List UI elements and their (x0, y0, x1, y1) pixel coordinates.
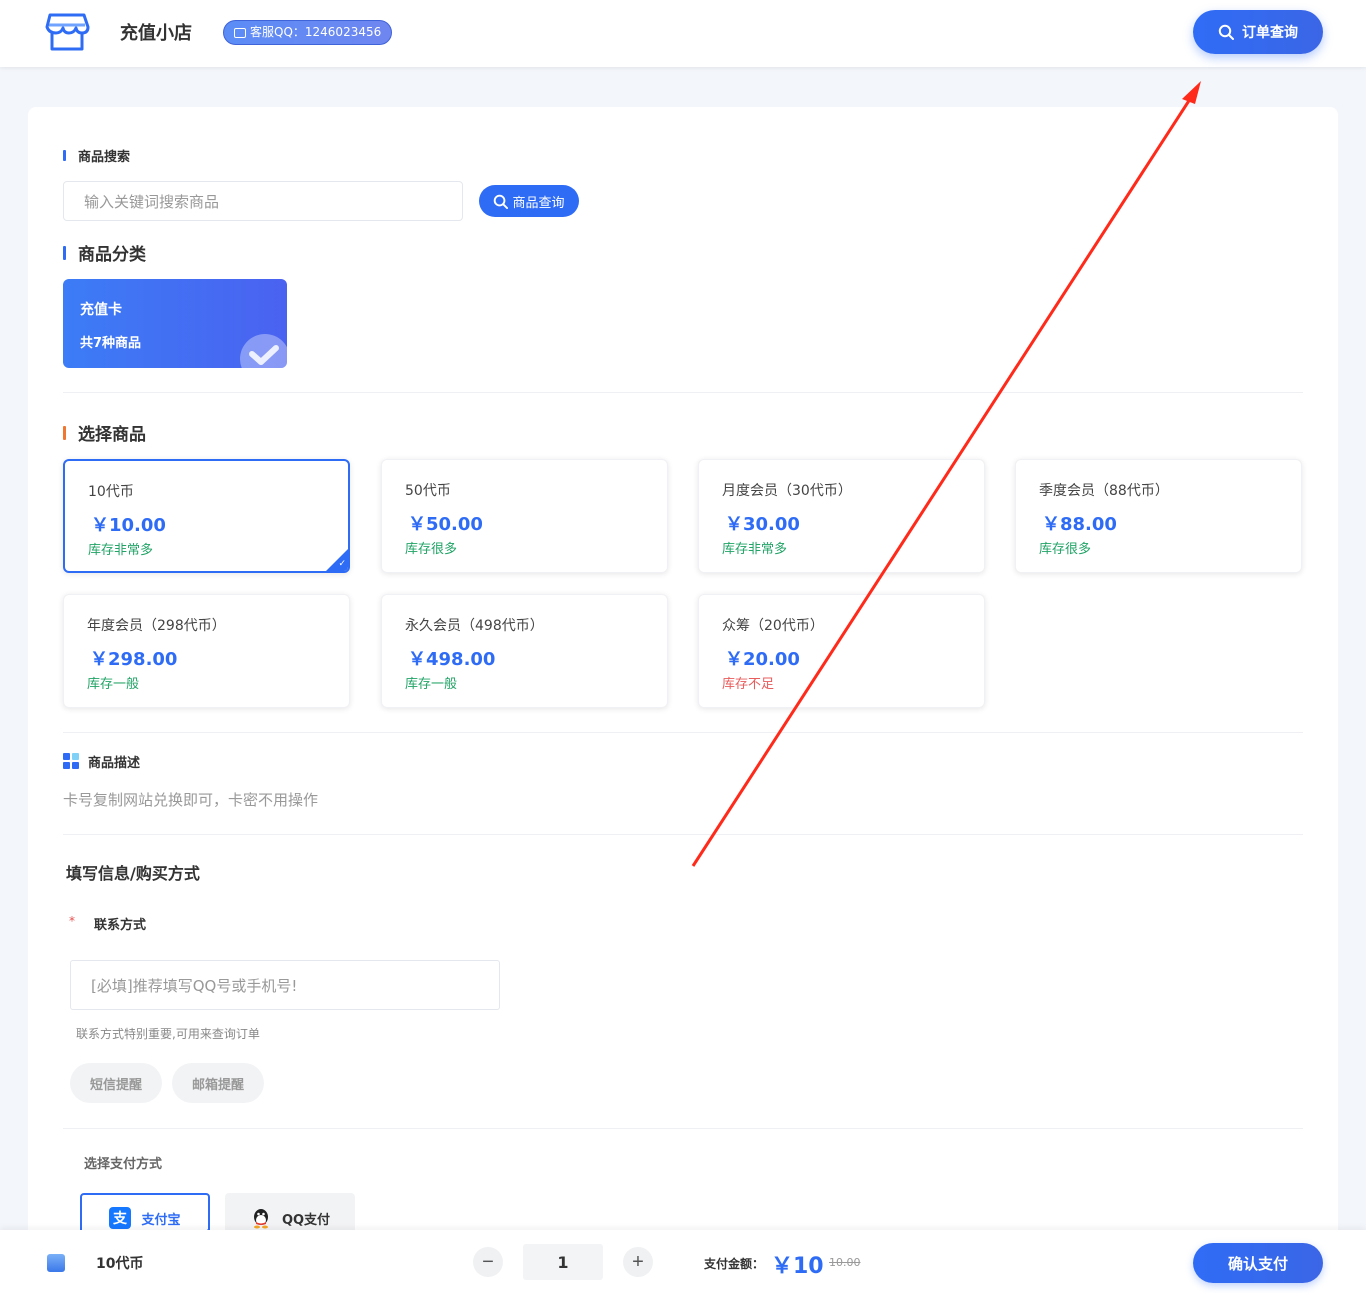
product-name: 月度会员（30代币） (722, 483, 852, 499)
product-stock: 库存一般 (87, 677, 140, 692)
product-card[interactable]: 年度会员（298代币） ￥298.00 库存一般 (63, 594, 350, 708)
product-card[interactable]: 永久会员（498代币） ￥498.00 库存一般 (381, 594, 668, 708)
quantity-plus-button[interactable]: + (623, 1247, 653, 1277)
payment-section-title: 选择支付方式 (84, 1157, 163, 1172)
qq-penguin-icon (253, 1209, 268, 1229)
product-card[interactable]: 季度会员（88代币） ￥88.00 库存很多 (1015, 459, 1302, 573)
product-stock: 库存很多 (1039, 542, 1092, 557)
contact-hint: 联系方式特别重要,可用来查询订单 (76, 1027, 260, 1041)
selected-product-name: 10代币 (96, 1256, 144, 1272)
section-marker (63, 245, 66, 260)
divider (63, 732, 1303, 733)
product-search-button[interactable]: 商品查询 (479, 185, 579, 217)
check-icon: ✓ (338, 559, 346, 569)
required-mark: * (69, 914, 75, 928)
category-section-title: 商品分类 (63, 240, 146, 265)
search-icon (494, 194, 509, 209)
grid-icon (63, 753, 79, 769)
contact-label: 联系方式 (94, 918, 147, 933)
confirm-pay-button[interactable]: 确认支付 (1193, 1243, 1323, 1283)
divider (63, 834, 1303, 835)
description-text: 卡号复制网站兑换即可，卡密不用操作 (63, 791, 319, 809)
shopping-bag-icon (47, 1254, 65, 1272)
product-name: 年度会员（298代币） (87, 618, 226, 634)
product-card[interactable]: 月度会员（30代币） ￥30.00 库存非常多 (698, 459, 985, 573)
pay-amount-label: 支付金额： (704, 1257, 765, 1271)
category-count: 共7种商品 (80, 336, 142, 351)
product-search-input[interactable]: 输入关键词搜索商品 (63, 181, 463, 221)
product-stock: 库存非常多 (722, 542, 788, 557)
product-section-title: 选择商品 (63, 420, 146, 445)
minus-icon: − (482, 1250, 494, 1273)
svg-text:支: 支 (112, 1210, 128, 1227)
section-marker (63, 150, 66, 161)
category-name: 充值卡 (80, 302, 122, 318)
plus-icon: + (632, 1250, 644, 1273)
original-price: 10.00 (829, 1256, 861, 1269)
search-icon (1218, 24, 1234, 40)
top-bar: 充值小店 客服QQ：1246023456 订单查询 (0, 0, 1366, 67)
product-price: ￥20.00 (725, 649, 800, 670)
product-price: ￥30.00 (725, 514, 800, 535)
pay-amount: ￥10 (771, 1254, 824, 1279)
search-section-title: 商品搜索 (63, 146, 130, 165)
email-reminder-button[interactable]: 邮箱提醒 (172, 1063, 264, 1103)
contact-input[interactable]: [必填]推荐填写QQ号或手机号! (70, 960, 500, 1010)
arrow-head (1182, 81, 1201, 104)
order-query-button[interactable]: 订单查询 (1193, 10, 1323, 54)
quantity-minus-button[interactable]: − (473, 1247, 503, 1277)
divider (63, 392, 1303, 393)
product-stock: 库存非常多 (88, 543, 154, 558)
category-card-recharge[interactable]: 充值卡 共7种商品 (63, 279, 287, 368)
product-name: 永久会员（498代币） (405, 618, 544, 634)
message-icon (234, 27, 246, 38)
shop-logo-icon (45, 13, 90, 51)
product-name: 季度会员（88代币） (1039, 483, 1169, 499)
quantity-input[interactable]: 1 (523, 1244, 603, 1280)
divider (63, 1128, 1303, 1129)
alipay-icon: 支 (109, 1207, 132, 1229)
bottom-bar: 10代币 − 1 + 支付金额： ￥10 10.00 确认支付 (0, 1230, 1366, 1293)
product-price: ￥50.00 (408, 514, 483, 535)
service-qq-badge[interactable]: 客服QQ：1246023456 (223, 20, 393, 45)
product-card[interactable]: 众筹（20代币） ￥20.00 库存不足 (698, 594, 985, 708)
product-card[interactable]: 10代币 ￥10.00 库存非常多 ✓ (63, 459, 350, 573)
product-name: 50代币 (405, 483, 451, 499)
shop-name: 充值小店 (120, 23, 192, 44)
product-price: ￥88.00 (1042, 514, 1117, 535)
product-name: 众筹（20代币） (722, 618, 824, 634)
check-icon (240, 334, 287, 368)
product-card[interactable]: 50代币 ￥50.00 库存很多 (381, 459, 668, 573)
product-stock: 库存不足 (722, 677, 775, 692)
product-name: 10代币 (88, 484, 134, 500)
form-title: 填写信息/购买方式 (66, 864, 200, 883)
product-stock: 库存一般 (405, 677, 458, 692)
product-price: ￥298.00 (90, 649, 178, 670)
order-query-label: 订单查询 (1242, 24, 1298, 40)
service-qq-text: 客服QQ：1246023456 (250, 25, 382, 39)
product-stock: 库存很多 (405, 542, 458, 557)
description-title: 商品描述 (88, 756, 141, 771)
product-price: ￥10.00 (91, 515, 166, 536)
product-price: ￥498.00 (408, 649, 496, 670)
sms-reminder-button[interactable]: 短信提醒 (70, 1063, 162, 1103)
section-marker (63, 425, 66, 440)
